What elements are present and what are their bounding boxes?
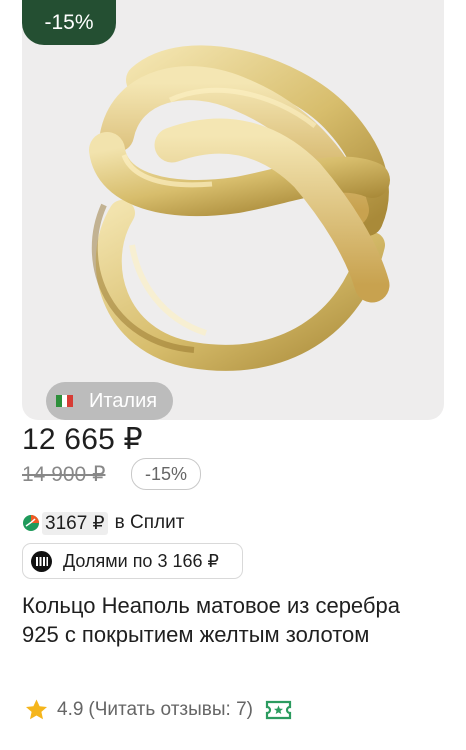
ring-image[interactable]	[22, 0, 444, 420]
star-icon	[26, 699, 47, 720]
italy-flag-icon	[56, 395, 74, 407]
old-price: 14 900 ₽	[22, 463, 106, 486]
product-image-area[interactable]: Италия	[22, 0, 444, 420]
split-offer[interactable]: 3167 ₽ в Сплит	[22, 511, 184, 535]
old-price-discount-badge: -15%	[131, 458, 201, 490]
dolyami-label: Долями по 3 166 ₽	[63, 550, 219, 571]
split-label: в Сплит	[114, 512, 185, 533]
reviews-link[interactable]: (Читать отзывы: 7)	[88, 699, 253, 721]
rating-row[interactable]: 4.9 (Читать отзывы: 7)	[24, 698, 293, 722]
ticket-icon	[265, 700, 292, 720]
split-amount: 3167 ₽	[42, 511, 108, 535]
product-title[interactable]: Кольцо Неаполь матовое из серебра 925 с …	[22, 591, 442, 649]
split-icon	[23, 515, 39, 531]
current-price: 12 665 ₽	[22, 423, 143, 456]
dolyami-icon	[31, 550, 52, 572]
rating-value: 4.9	[57, 699, 84, 720]
product-card[interactable]: Италия -15% 12 665 ₽ 14 900 ₽ -15% 3167 …	[0, 0, 466, 750]
country-chip: Италия	[46, 382, 173, 420]
dolyami-button[interactable]: Долями по 3 166 ₽	[22, 543, 243, 579]
discount-badge: -15%	[22, 0, 116, 45]
country-label: Италия	[89, 389, 158, 412]
